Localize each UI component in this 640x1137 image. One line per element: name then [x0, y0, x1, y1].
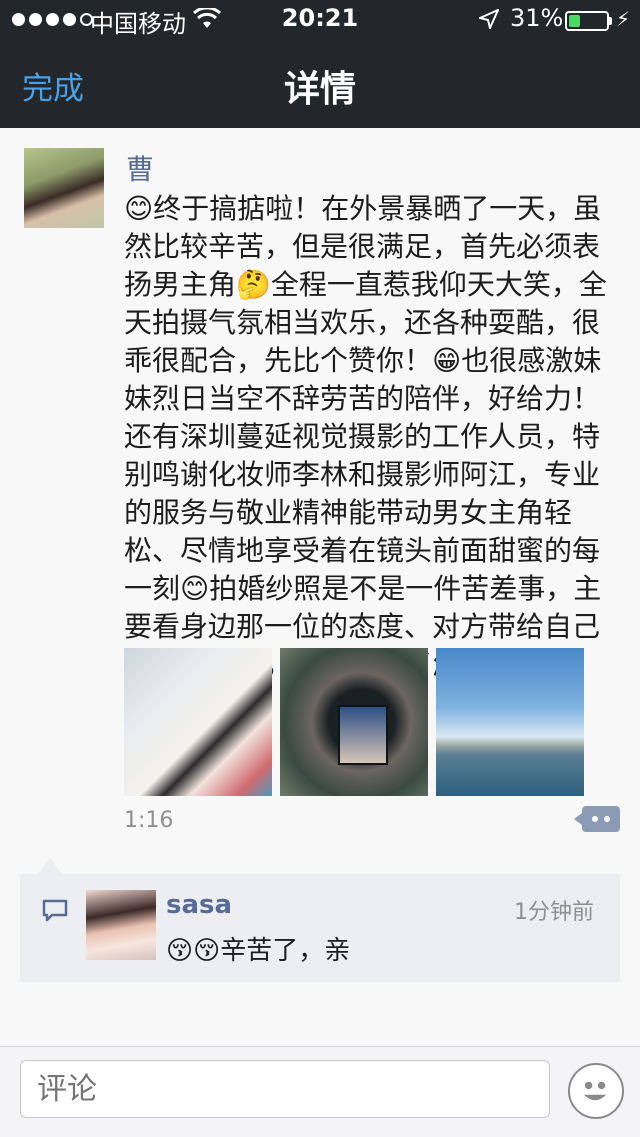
status-bar: 中国移动 20:21 31% ⚡: [0, 0, 640, 40]
location-arrow-icon: [479, 9, 499, 29]
top-bar: 中国移动 20:21 31% ⚡ 完成 详情: [0, 0, 640, 128]
comment-timestamp: 1分钟前: [514, 900, 594, 925]
emoji-button-icon[interactable]: [568, 1063, 624, 1119]
battery-percentage: 31%: [510, 4, 564, 32]
comment-text: 😚😚辛苦了，亲: [166, 936, 351, 966]
page-title: 详情: [283, 69, 356, 110]
photo-harbor[interactable]: [436, 648, 584, 796]
author-avatar[interactable]: [24, 148, 104, 228]
commenter-avatar[interactable]: [86, 890, 156, 960]
comment-input[interactable]: [20, 1060, 550, 1118]
comment-input-bar: [0, 1046, 640, 1137]
charging-bolt-icon: ⚡: [616, 7, 631, 31]
photo-grid: [124, 648, 584, 796]
author-name[interactable]: 曹: [126, 148, 154, 188]
post-text: 😊终于搞掂啦！在外景暴晒了一天，虽然比较辛苦，但是很满足，首先必须表扬男主角🤔全…: [124, 192, 607, 681]
commenter-name[interactable]: sasa: [166, 890, 232, 920]
comments-section: sasa 1分钟前 😚😚辛苦了，亲: [20, 858, 620, 982]
photo-bride[interactable]: [124, 648, 272, 796]
battery-icon: [565, 11, 609, 31]
more-actions-button[interactable]: [574, 806, 620, 832]
comment-bubble-icon: [42, 899, 68, 922]
battery-cap: [609, 17, 612, 25]
photo-camera-screen[interactable]: [280, 648, 428, 796]
post-timestamp: 1:16: [124, 808, 174, 833]
